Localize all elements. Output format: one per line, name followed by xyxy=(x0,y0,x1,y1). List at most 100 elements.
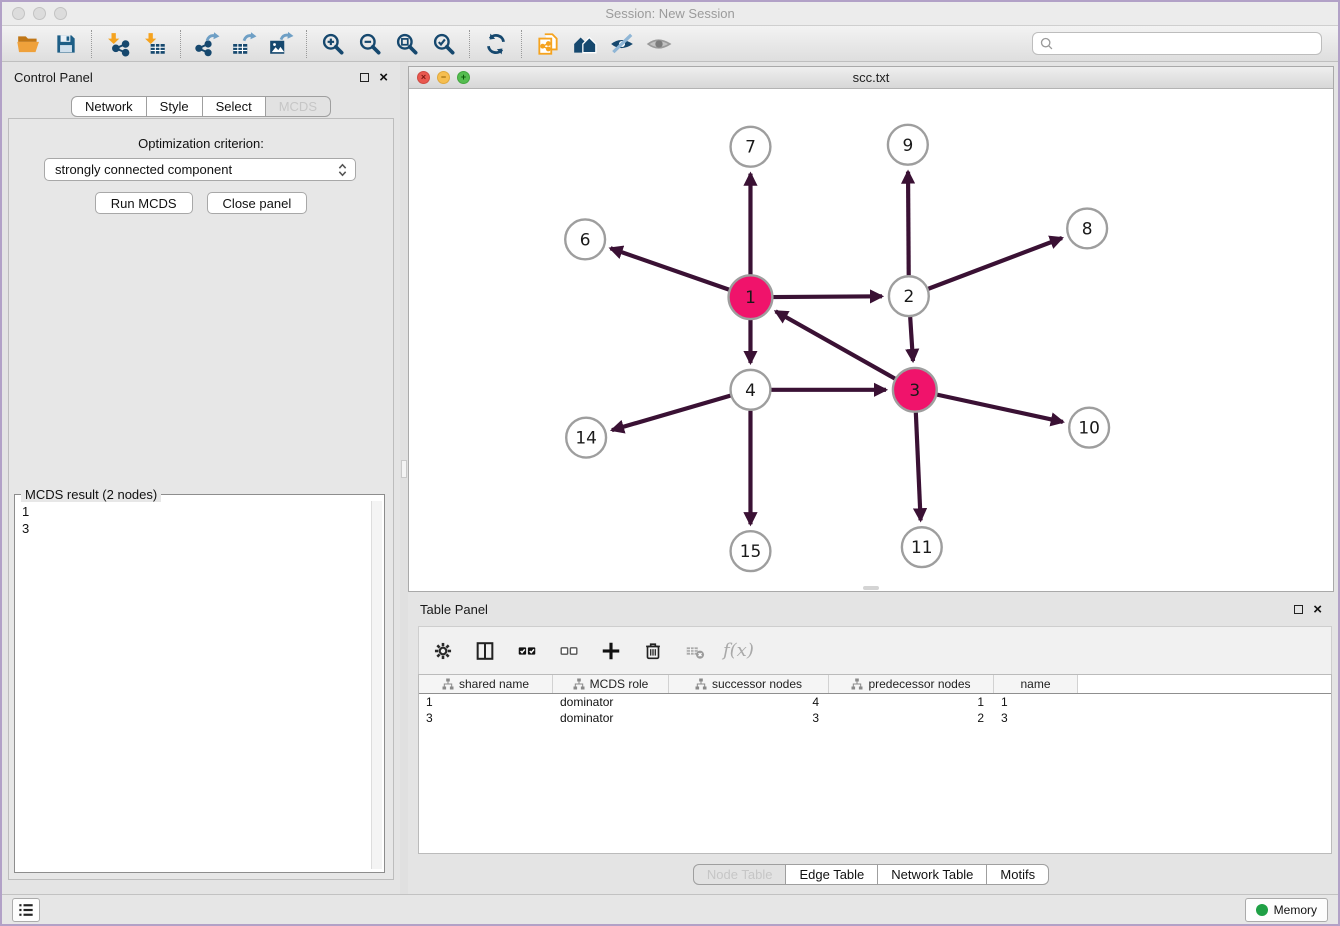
splitter-handle[interactable] xyxy=(401,460,407,478)
column-header-name[interactable]: name xyxy=(994,675,1078,693)
export-table-button[interactable] xyxy=(225,28,262,60)
export-image-button[interactable] xyxy=(262,28,299,60)
column-header-MCDS-role[interactable]: MCDS role xyxy=(553,675,669,693)
tab-network[interactable]: Network xyxy=(71,96,147,117)
table-toolbar: f(x) xyxy=(418,626,1332,674)
close-network-icon[interactable]: × xyxy=(417,71,430,84)
graph-edge-2-9[interactable] xyxy=(908,172,909,276)
zoom-fit-button[interactable] xyxy=(388,28,425,60)
close-table-panel-icon[interactable]: × xyxy=(1313,602,1322,617)
graph-node-label: 9 xyxy=(902,135,913,155)
refresh-button[interactable] xyxy=(477,28,514,60)
window-controls[interactable] xyxy=(12,7,67,20)
result-scrollbar[interactable] xyxy=(371,501,382,869)
graph-edge-3-11[interactable] xyxy=(916,411,921,521)
graph-node-label: 11 xyxy=(911,537,933,557)
table-panel: Table Panel × xyxy=(408,596,1334,888)
graph-edge-2-8[interactable] xyxy=(928,238,1062,289)
table-cell[interactable]: 3 xyxy=(419,711,553,725)
tab-mcds[interactable]: MCDS xyxy=(266,96,331,117)
import-table-button[interactable] xyxy=(136,28,173,60)
table-cell[interactable]: dominator xyxy=(553,695,669,709)
column-header-successor-nodes[interactable]: successor nodes xyxy=(669,675,829,693)
show-panels-button[interactable] xyxy=(640,28,677,60)
close-panel-button[interactable]: Close panel xyxy=(207,192,308,214)
graph-edge-3-1[interactable] xyxy=(776,311,897,379)
close-window-icon[interactable] xyxy=(12,7,25,20)
export-network-button[interactable] xyxy=(188,28,225,60)
houses-icon xyxy=(572,31,598,57)
clone-network-button[interactable] xyxy=(529,28,566,60)
task-history-button[interactable] xyxy=(12,898,40,922)
panel-splitter[interactable] xyxy=(400,62,408,894)
control-panel: Control Panel × Network Style Select MCD… xyxy=(2,62,400,894)
network-canvas[interactable]: 7968124314101511 xyxy=(409,89,1333,591)
search-input[interactable] xyxy=(1054,36,1315,51)
zoom-in-button[interactable] xyxy=(314,28,351,60)
tab-motifs[interactable]: Motifs xyxy=(987,864,1049,885)
graph-node-label: 15 xyxy=(740,541,762,561)
close-panel-icon[interactable]: × xyxy=(379,70,388,85)
graph-edge-3-10[interactable] xyxy=(935,394,1063,422)
network-window-titlebar[interactable]: × − + scc.txt xyxy=(409,67,1333,89)
select-all-rows-button[interactable] xyxy=(513,637,541,665)
table-cell[interactable]: 1 xyxy=(994,695,1078,709)
search-field[interactable] xyxy=(1032,32,1322,55)
import-network-button[interactable] xyxy=(99,28,136,60)
delete-table-button[interactable] xyxy=(681,637,709,665)
criterion-select[interactable]: strongly connected component xyxy=(44,158,356,181)
import-network-icon xyxy=(105,31,131,57)
graph-edge-1-2[interactable] xyxy=(771,296,882,297)
memory-button[interactable]: Memory xyxy=(1245,898,1328,922)
table-settings-button[interactable] xyxy=(429,637,457,665)
save-session-icon xyxy=(53,31,79,57)
open-session-button[interactable] xyxy=(10,28,47,60)
table-cell[interactable]: 2 xyxy=(829,711,994,725)
deselect-all-icon xyxy=(558,640,580,662)
table-cell[interactable]: 3 xyxy=(994,711,1078,725)
minimize-window-icon[interactable] xyxy=(33,7,46,20)
zoom-in-icon xyxy=(320,31,346,57)
table-cell[interactable]: dominator xyxy=(553,711,669,725)
toolbar-separator xyxy=(180,30,181,58)
network-view-window: × − + scc.txt 7968124314101511 xyxy=(408,66,1334,592)
column-header-shared-name[interactable]: shared name xyxy=(419,675,553,693)
graph-node-label: 8 xyxy=(1082,218,1093,238)
minimize-network-icon[interactable]: − xyxy=(437,71,450,84)
tab-style[interactable]: Style xyxy=(147,96,203,117)
graph-edge-1-6[interactable] xyxy=(611,248,731,290)
graph-node-label: 1 xyxy=(745,287,756,307)
hscroll-grip[interactable] xyxy=(863,586,879,590)
float-table-panel-icon[interactable] xyxy=(1294,605,1303,614)
zoom-window-icon[interactable] xyxy=(54,7,67,20)
tab-edge-table[interactable]: Edge Table xyxy=(786,864,878,885)
add-column-button[interactable] xyxy=(597,637,625,665)
deselect-all-rows-button[interactable] xyxy=(555,637,583,665)
zoom-out-button[interactable] xyxy=(351,28,388,60)
table-row[interactable]: 1dominator411 xyxy=(419,694,1331,710)
tab-node-table[interactable]: Node Table xyxy=(693,864,787,885)
zoom-fit-icon xyxy=(394,31,420,57)
graph-edge-2-3[interactable] xyxy=(910,317,913,361)
float-panel-icon[interactable] xyxy=(360,73,369,82)
table-row[interactable]: 3dominator323 xyxy=(419,710,1331,726)
show-networks-button[interactable] xyxy=(566,28,603,60)
tab-select[interactable]: Select xyxy=(203,96,266,117)
table-cell[interactable]: 1 xyxy=(829,695,994,709)
zoom-selected-button[interactable] xyxy=(425,28,462,60)
gear-icon xyxy=(432,640,454,662)
table-cell[interactable]: 3 xyxy=(669,711,829,725)
delete-column-button[interactable] xyxy=(639,637,667,665)
table-cell[interactable]: 1 xyxy=(419,695,553,709)
function-builder-button[interactable]: f(x) xyxy=(723,637,754,665)
save-session-button[interactable] xyxy=(47,28,84,60)
show-columns-button[interactable] xyxy=(471,637,499,665)
graph-edge-4-14[interactable] xyxy=(612,396,730,430)
column-header-predecessor-nodes[interactable]: predecessor nodes xyxy=(829,675,994,693)
zoom-network-icon[interactable]: + xyxy=(457,71,470,84)
zoom-out-icon xyxy=(357,31,383,57)
run-mcds-button[interactable]: Run MCDS xyxy=(95,192,193,214)
table-cell[interactable]: 4 xyxy=(669,695,829,709)
hide-panels-button[interactable] xyxy=(603,28,640,60)
tab-network-table[interactable]: Network Table xyxy=(878,864,987,885)
